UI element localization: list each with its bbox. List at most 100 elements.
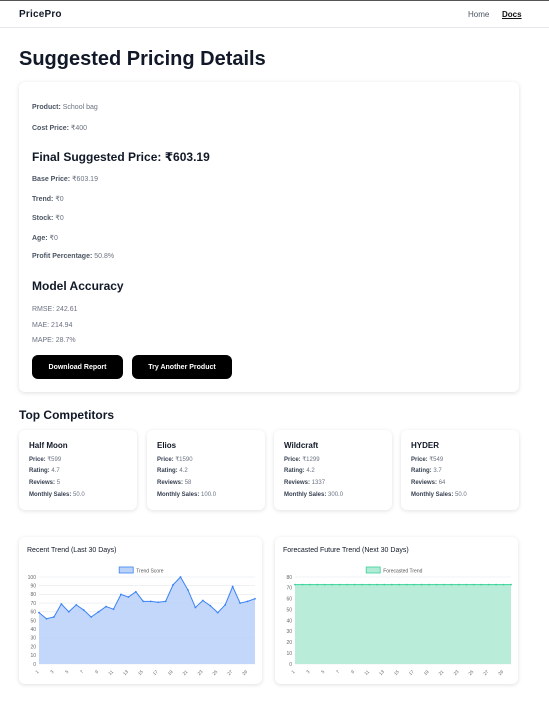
data-point: [194, 606, 197, 609]
x-tick-label: 19: [167, 669, 174, 676]
mae-value: MAE: 214.94: [32, 322, 73, 329]
competitor-reviews: Reviews: 5: [29, 480, 61, 486]
x-tick-label: 1: [34, 669, 40, 675]
x-tick-label: 29: [241, 669, 248, 676]
y-tick-label: 0: [289, 662, 292, 668]
y-tick-label: 30: [286, 629, 292, 635]
data-point: [420, 583, 423, 586]
age-row: Age: ₹0: [32, 235, 58, 242]
y-tick-label: 100: [28, 575, 37, 581]
x-tick-label: 11: [363, 669, 370, 676]
y-tick-label: 0: [33, 662, 36, 668]
y-tick-label: 70: [286, 586, 292, 592]
data-point: [157, 601, 160, 604]
data-point: [209, 604, 212, 607]
data-point: [38, 611, 40, 614]
data-point: [172, 583, 174, 586]
competitor-reviews: Reviews: 64: [411, 480, 446, 486]
legend-swatch: [118, 566, 134, 574]
data-point: [216, 611, 219, 614]
competitor-card: Half Moon Price: ₹599 Rating: 4.7 Reviews: …: [19, 430, 137, 510]
page-title: Suggested Pricing Details: [19, 48, 266, 70]
mape-value: MAPE: 28.7%: [32, 337, 76, 344]
forecast-trend-chart: Forecasted Trend010203040506070801 3 5 7 9 11…: [286, 566, 512, 676]
competitor-card: Elios Price: ₹1590 Rating: 4.2 Reviews: 58 M…: [147, 430, 265, 510]
trend-row: Trend: ₹0: [32, 196, 64, 203]
data-point: [127, 596, 130, 598]
x-tick-label: 9: [94, 669, 100, 675]
data-point: [435, 583, 438, 586]
cost-price-value: ₹400: [70, 125, 88, 132]
y-tick-label: 10: [286, 651, 292, 657]
download-report-button[interactable]: Download Report: [32, 355, 123, 379]
data-point: [338, 583, 341, 586]
y-tick-label: 40: [286, 618, 292, 624]
y-tick-label: 60: [286, 597, 292, 603]
competitor-monthly-sales: Monthly Sales: 100.0: [157, 492, 217, 498]
data-point: [353, 583, 356, 586]
data-point: [224, 603, 227, 606]
x-tick-label: 15: [393, 669, 400, 676]
competitor-monthly-sales: Monthly Sales: 50.0: [29, 492, 85, 498]
competitor-monthly-sales: Monthly Sales: 300.0: [284, 492, 344, 498]
recent-trend-chart: Trend Score01020304050607080901001 3 5 7 9 11…: [28, 566, 256, 676]
x-tick-label: 11: [107, 669, 114, 676]
legend-swatch: [365, 566, 381, 574]
forecast-trend-chart-card: Forecasted Future Trend (Next 30 Days) F…: [275, 537, 518, 684]
competitor-price: Price: ₹1590: [157, 457, 193, 463]
data-point: [52, 616, 55, 618]
data-point: [428, 583, 430, 586]
y-tick-label: 50: [30, 618, 36, 624]
product-value: School bag: [62, 104, 98, 111]
data-point: [201, 599, 204, 602]
competitor-name: Half Moon: [29, 441, 68, 450]
profit-percentage-row: Profit Percentage: 50.8%: [32, 253, 115, 260]
data-point: [316, 583, 319, 586]
data-point: [390, 583, 393, 586]
navbar: PricePro Home Docs: [0, 0, 549, 28]
y-tick-label: 20: [30, 644, 36, 650]
x-tick-label: 3: [305, 669, 311, 675]
data-point: [90, 616, 93, 618]
competitor-name: HYDER: [411, 441, 440, 450]
y-tick-label: 60: [30, 610, 36, 616]
brand-logo[interactable]: PricePro: [19, 9, 62, 20]
nav-docs-link[interactable]: Docs: [502, 10, 522, 19]
x-tick-label: 27: [226, 669, 233, 676]
data-point: [246, 600, 249, 603]
recent-trend-chart-card: Recent Trend (Last 30 Days) Trend Score 0…: [19, 537, 262, 684]
data-point: [457, 583, 460, 586]
data-point: [480, 583, 483, 586]
x-tick-label: 23: [196, 669, 203, 676]
cost-price-row: Cost Price: ₹400: [32, 125, 88, 132]
data-point: [308, 583, 311, 586]
data-point: [97, 610, 100, 613]
data-point: [179, 576, 182, 578]
competitor-price: Price: ₹549: [411, 457, 444, 463]
x-tick-label: 17: [408, 669, 415, 676]
y-tick-label: 80: [286, 575, 292, 581]
competitor-reviews: Reviews: 58: [157, 480, 192, 486]
data-point: [142, 600, 145, 603]
data-point: [105, 605, 107, 608]
y-tick-label: 10: [30, 653, 36, 659]
data-point: [75, 603, 78, 606]
nav-home-link[interactable]: Home: [468, 10, 489, 19]
legend-label: Trend Score: [136, 569, 164, 575]
x-tick-label: 17: [152, 669, 159, 676]
competitor-reviews: Reviews: 1337: [284, 480, 326, 486]
x-tick-label: 1: [290, 669, 296, 675]
competitor-rating: Rating: 4.2: [157, 468, 188, 474]
stock-row: Stock: ₹0: [32, 215, 64, 222]
model-accuracy-heading: Model Accuracy: [32, 279, 124, 293]
try-another-product-button[interactable]: Try Another Product: [132, 355, 232, 379]
age-value: ₹0: [49, 235, 58, 242]
data-point: [465, 583, 468, 586]
data-point: [472, 583, 475, 586]
x-tick-label: 3: [49, 669, 55, 675]
x-tick-label: 25: [211, 669, 218, 676]
competitor-name: Elios: [157, 441, 177, 450]
pricing-details-card: Product: School bag Cost Price: ₹400 Fin…: [19, 82, 519, 392]
data-point: [294, 583, 296, 586]
base-price-row: Base Price: ₹603.19: [32, 176, 98, 183]
